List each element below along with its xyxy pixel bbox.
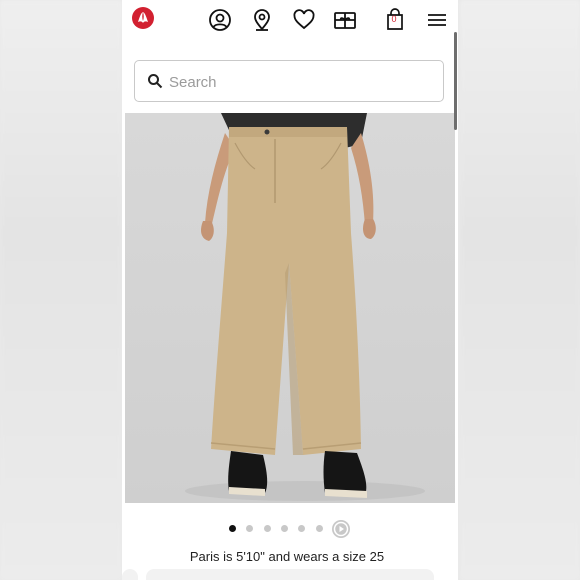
gallery-pagination bbox=[122, 520, 458, 538]
background-blur-left bbox=[0, 0, 122, 580]
site-header: 0 bbox=[122, 0, 458, 40]
search-icon bbox=[147, 73, 163, 89]
wishlist-heart-icon[interactable] bbox=[292, 8, 316, 32]
gallery-dot[interactable] bbox=[316, 525, 323, 532]
search-bar[interactable] bbox=[134, 60, 444, 102]
search-input[interactable] bbox=[167, 70, 431, 94]
menu-icon[interactable] bbox=[426, 8, 450, 32]
bottom-tab-main[interactable] bbox=[146, 569, 434, 580]
bag-count-badge: 0 bbox=[391, 14, 397, 24]
background-blur-right bbox=[460, 0, 580, 580]
mobile-viewport: 0 Search Paris is 5'10" and wears a size… bbox=[122, 0, 458, 580]
gift-card-icon[interactable] bbox=[333, 8, 357, 32]
gallery-dot[interactable] bbox=[281, 525, 288, 532]
store-locator-icon[interactable] bbox=[250, 8, 274, 32]
video-play-icon[interactable] bbox=[332, 520, 350, 538]
bottom-tab-left[interactable] bbox=[122, 569, 138, 580]
lululemon-logo-icon[interactable] bbox=[132, 7, 154, 29]
gallery-dot[interactable] bbox=[246, 525, 253, 532]
gallery-dot[interactable] bbox=[298, 525, 305, 532]
account-icon[interactable] bbox=[208, 8, 232, 32]
model-size-caption: Paris is 5'10" and wears a size 25 bbox=[189, 549, 385, 564]
product-photo[interactable] bbox=[125, 113, 455, 503]
shopping-bag-icon[interactable]: 0 bbox=[386, 8, 410, 32]
scrollbar[interactable] bbox=[454, 32, 457, 130]
gallery-dot[interactable] bbox=[229, 525, 236, 532]
gallery-dot[interactable] bbox=[264, 525, 271, 532]
